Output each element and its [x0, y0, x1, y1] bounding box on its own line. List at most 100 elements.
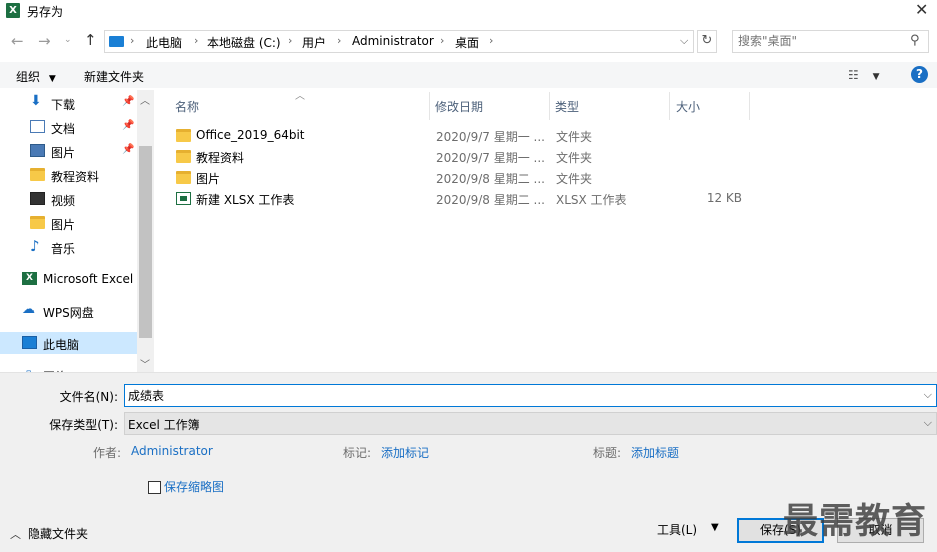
chevron-right-icon: › [288, 34, 293, 47]
folder-icon [176, 150, 191, 163]
breadcrumb-desktop[interactable]: 桌面 [455, 34, 479, 51]
watermark: 最需教育 [783, 502, 928, 542]
chevron-down-icon: ⌵ [923, 416, 932, 429]
column-divider[interactable] [549, 92, 550, 120]
help-icon[interactable]: ? [911, 66, 928, 83]
excel-icon: X [6, 3, 20, 18]
tools-menu-button[interactable]: 工具(L) [657, 521, 697, 538]
forward-icon[interactable]: → [38, 32, 51, 50]
filename-label: 文件名(N): [59, 390, 118, 404]
pin-icon: 📌 [122, 96, 135, 107]
nav-item-microsoft-excel[interactable]: X Microsoft Excel [0, 268, 137, 290]
file-size: 12 KB [706, 191, 742, 205]
breadcrumb-local-disk[interactable]: 本地磁盘 (C:) [207, 34, 281, 51]
filetype-select[interactable]: Excel 工作簿 ⌵ [124, 412, 937, 435]
tags-label: 标记: [343, 446, 372, 460]
folder-icon [176, 171, 191, 184]
file-name: 新建 XLSX 工作表 [196, 193, 295, 207]
nav-item-label: 文档 [51, 122, 76, 136]
address-bar[interactable]: › 此电脑 › 本地磁盘 (C:) › 用户 › Administrator ›… [104, 30, 694, 53]
search-box[interactable]: ⚲ [732, 30, 929, 53]
scrollbar-thumb[interactable] [139, 146, 152, 338]
search-icon[interactable]: ⚲ [910, 33, 920, 48]
nav-item-pictures[interactable]: 图片 📌 [0, 140, 137, 162]
filetype-value: Excel 工作簿 [128, 418, 200, 432]
music-icon: ♪ [30, 237, 40, 255]
column-divider[interactable] [669, 92, 670, 120]
column-header-size[interactable]: 大小 [676, 98, 700, 115]
cloud-icon: ☁ [22, 302, 35, 317]
nav-item-label: 图片 [51, 218, 76, 232]
new-folder-button[interactable]: 新建文件夹 [84, 68, 144, 85]
hide-folders-button[interactable]: 隐藏文件夹 [28, 525, 88, 542]
window-title: 另存为 [27, 5, 64, 19]
file-row[interactable]: 教程资料 2020/9/7 星期一 ... 文件夹 [171, 146, 751, 167]
nav-item-wps-cloud[interactable]: ☁ WPS网盘 [0, 300, 137, 322]
title-bar: X 另存为 ✕ [0, 0, 937, 22]
nav-item-downloads[interactable]: ⬇ 下载 📌 [0, 92, 137, 114]
up-icon[interactable]: ↑ [84, 31, 97, 49]
column-header-date[interactable]: 修改日期 [435, 98, 483, 115]
nav-item-tutorial-materials[interactable]: 教程资料 [0, 164, 137, 186]
scroll-up-icon[interactable]: ︿ [140, 92, 150, 107]
dropdown-arrow-icon: ▼ [872, 72, 880, 82]
chevron-down-icon[interactable]: ⌵ [680, 34, 688, 48]
breadcrumb-administrator[interactable]: Administrator [352, 34, 434, 48]
pictures-icon [30, 144, 45, 157]
nav-item-label: Microsoft Excel [43, 272, 134, 286]
breadcrumb-users[interactable]: 用户 [302, 34, 326, 51]
view-options-button[interactable]: ☷ ▼ [848, 68, 880, 82]
nav-item-videos[interactable]: 视频 [0, 188, 137, 210]
column-divider[interactable] [749, 92, 750, 120]
close-icon[interactable]: ✕ [915, 0, 928, 19]
view-icon: ☷ [848, 68, 859, 82]
filename-field[interactable]: ⌵ [124, 384, 937, 407]
nav-item-pictures-folder[interactable]: 图片 [0, 212, 137, 234]
chevron-down-icon[interactable]: ⌵ [924, 388, 932, 402]
file-name: 图片 [196, 172, 221, 186]
file-date: 2020/9/8 星期二 ... [436, 193, 545, 207]
title-field[interactable]: 添加标题 [631, 444, 679, 461]
document-icon [30, 120, 45, 133]
column-header-type[interactable]: 类型 [555, 98, 579, 115]
nav-item-label: 下载 [51, 98, 76, 112]
file-type: 文件夹 [556, 172, 593, 186]
nav-item-documents[interactable]: 文档 📌 [0, 116, 137, 138]
nav-item-music[interactable]: ♪ 音乐 [0, 236, 137, 258]
file-row[interactable]: Office_2019_64bit 2020/9/7 星期一 ... 文件夹 [171, 125, 751, 146]
save-thumbnail-checkbox[interactable] [148, 481, 161, 494]
dropdown-arrow-icon[interactable]: ▼ [711, 522, 719, 533]
breadcrumb-this-pc[interactable]: 此电脑 [146, 34, 182, 51]
file-name: Office_2019_64bit [196, 128, 305, 142]
file-row[interactable]: 新建 XLSX 工作表 2020/9/8 星期二 ... XLSX 工作表 12… [171, 188, 751, 209]
nav-scrollbar[interactable]: ︿ ﹀ [137, 90, 154, 372]
scroll-down-icon[interactable]: ﹀ [140, 356, 150, 371]
back-icon[interactable]: ← [11, 32, 24, 50]
chevron-right-icon: › [194, 34, 199, 47]
column-header-name[interactable]: 名称 [175, 98, 199, 115]
file-type: XLSX 工作表 [556, 193, 627, 207]
nav-item-label: 图片 [51, 146, 76, 160]
tags-field[interactable]: 添加标记 [381, 444, 429, 461]
filename-input[interactable] [128, 388, 908, 402]
author-label: 作者: [93, 446, 122, 460]
folder-icon [176, 129, 191, 142]
file-date: 2020/9/8 星期二 ... [436, 172, 545, 186]
nav-item-label: 音乐 [51, 242, 76, 256]
nav-item-network[interactable]: 🖧 网络 [0, 364, 137, 372]
nav-item-this-pc[interactable]: 此电脑 [0, 332, 137, 354]
author-field[interactable]: Administrator [131, 444, 213, 458]
video-icon [30, 192, 45, 205]
recent-locations-icon[interactable]: ⌄ [64, 35, 72, 45]
chevron-up-icon[interactable]: ︿ [10, 526, 21, 542]
save-options-panel: 文件名(N): ⌵ 保存类型(T): Excel 工作簿 ⌵ 作者: Admin… [0, 372, 937, 552]
file-row[interactable]: 图片 2020/9/8 星期二 ... 文件夹 [171, 167, 751, 188]
refresh-icon[interactable]: ↻ [697, 30, 717, 53]
search-input[interactable] [738, 34, 898, 48]
column-divider[interactable] [429, 92, 430, 120]
xlsx-file-icon [176, 192, 191, 205]
nav-item-label: WPS网盘 [43, 306, 94, 320]
filetype-label: 保存类型(T): [49, 418, 118, 432]
save-thumbnail-label[interactable]: 保存缩略图 [164, 478, 224, 495]
organize-menu[interactable]: 组织 ▼ [16, 68, 56, 85]
